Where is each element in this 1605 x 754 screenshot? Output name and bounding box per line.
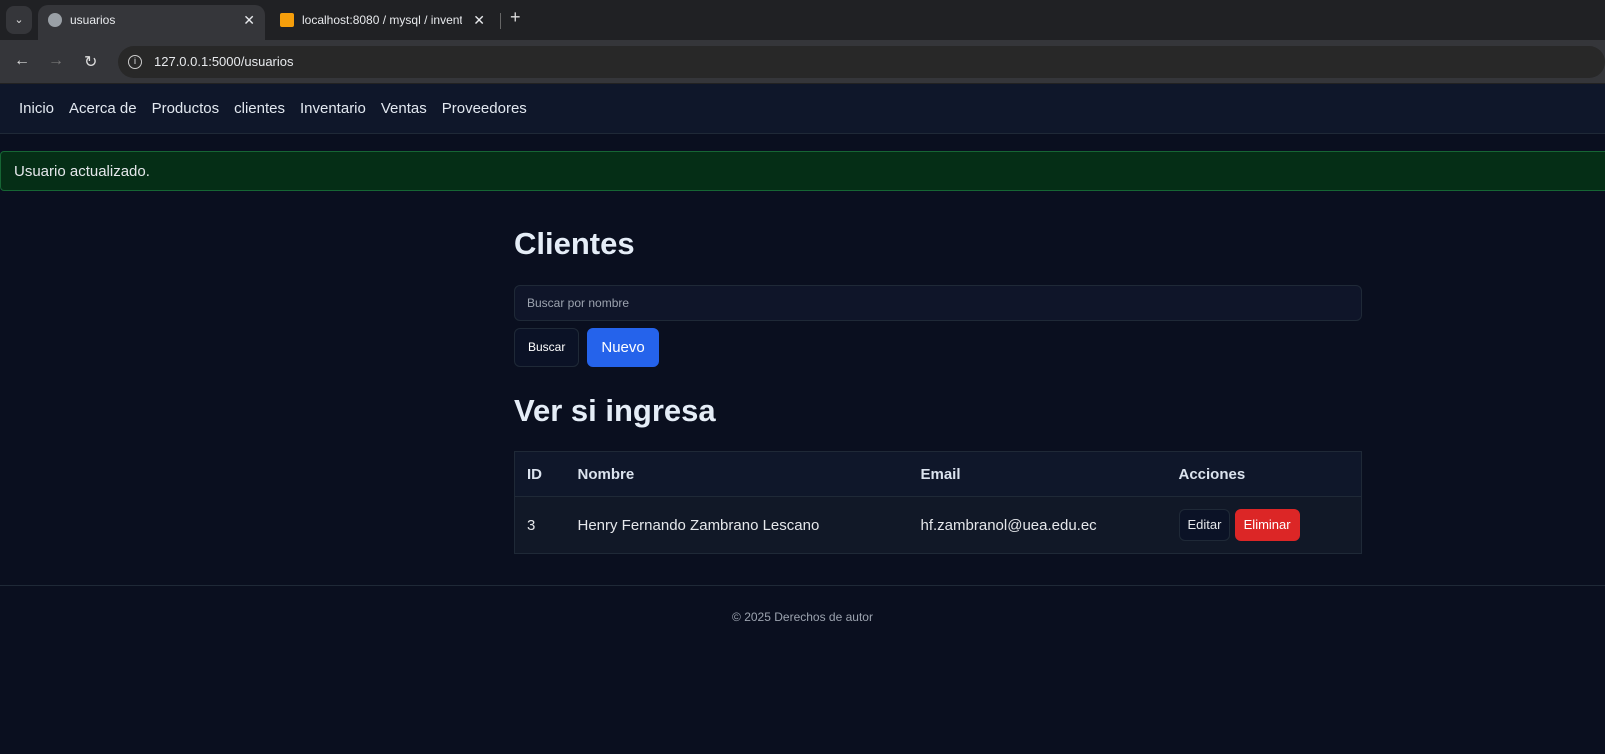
new-tab-icon[interactable]: + xyxy=(510,7,521,28)
globe-icon xyxy=(48,13,62,27)
success-alert: Usuario actualizado. xyxy=(0,151,1605,191)
tab-search-chevron-icon[interactable]: ⌄ xyxy=(6,6,32,34)
nav-inventario[interactable]: Inventario xyxy=(300,100,366,117)
close-tab-icon[interactable]: ✕ xyxy=(473,5,485,35)
search-input[interactable]: Buscar por nombre xyxy=(514,285,1362,321)
section-title: Ver si ingresa xyxy=(514,393,716,428)
url-field[interactable]: i 127.0.0.1:5000/usuarios xyxy=(118,46,1605,78)
eliminar-button[interactable]: Eliminar xyxy=(1234,509,1300,541)
table-row: 3 Henry Fernando Zambrano Lescano hf.zam… xyxy=(514,496,1362,554)
nav-inicio[interactable]: Inicio xyxy=(19,100,54,117)
cell-id: 3 xyxy=(514,496,566,554)
tab-divider xyxy=(500,13,501,29)
nuevo-button[interactable]: Nuevo xyxy=(587,328,659,367)
header-nombre: Nombre xyxy=(565,451,909,497)
cell-nombre: Henry Fernando Zambrano Lescano xyxy=(565,496,909,554)
address-bar-row: ← → ↻ i 127.0.0.1:5000/usuarios xyxy=(0,40,1605,84)
users-table: ID Nombre Email Acciones 3 Henry Fernand… xyxy=(514,451,1362,554)
info-icon[interactable]: i xyxy=(128,55,142,69)
main-content: Clientes Buscar por nombre Buscar Nuevo … xyxy=(514,226,1362,554)
header-email: Email xyxy=(908,451,1167,497)
nav-ventas[interactable]: Ventas xyxy=(381,100,427,117)
footer: © 2025 Derechos de autor xyxy=(0,585,1605,624)
forward-icon[interactable]: → xyxy=(48,52,64,70)
header-id: ID xyxy=(514,451,566,497)
cell-email: hf.zambranol@uea.edu.ec xyxy=(908,496,1167,554)
buscar-button[interactable]: Buscar xyxy=(514,328,580,367)
browser-tabbar: ⌄ usuarios ✕ localhost:8080 / mysql / inv… xyxy=(0,0,1605,40)
header-acciones: Acciones xyxy=(1166,451,1362,497)
navbar: Inicio Acerca de Productos clientes Inve… xyxy=(0,84,1605,134)
back-icon[interactable]: ← xyxy=(14,52,30,70)
nav-proveedores[interactable]: Proveedores xyxy=(442,100,527,117)
table-header: ID Nombre Email Acciones xyxy=(514,451,1362,497)
nav-productos[interactable]: Productos xyxy=(152,100,220,117)
phpmyadmin-icon xyxy=(280,13,294,27)
close-tab-icon[interactable]: ✕ xyxy=(243,5,255,35)
tab-usuarios[interactable]: usuarios ✕ xyxy=(38,5,265,40)
reload-icon[interactable]: ↻ xyxy=(84,52,97,72)
nav-acerca-de[interactable]: Acerca de xyxy=(69,100,137,117)
page-title: Clientes xyxy=(514,226,635,261)
editar-button[interactable]: Editar xyxy=(1178,509,1231,541)
nav-clientes[interactable]: clientes xyxy=(234,100,285,117)
cell-acciones: Editar Eliminar xyxy=(1166,496,1362,554)
tab-phpmyadmin[interactable]: localhost:8080 / mysql / inventario✕ xyxy=(270,5,495,40)
